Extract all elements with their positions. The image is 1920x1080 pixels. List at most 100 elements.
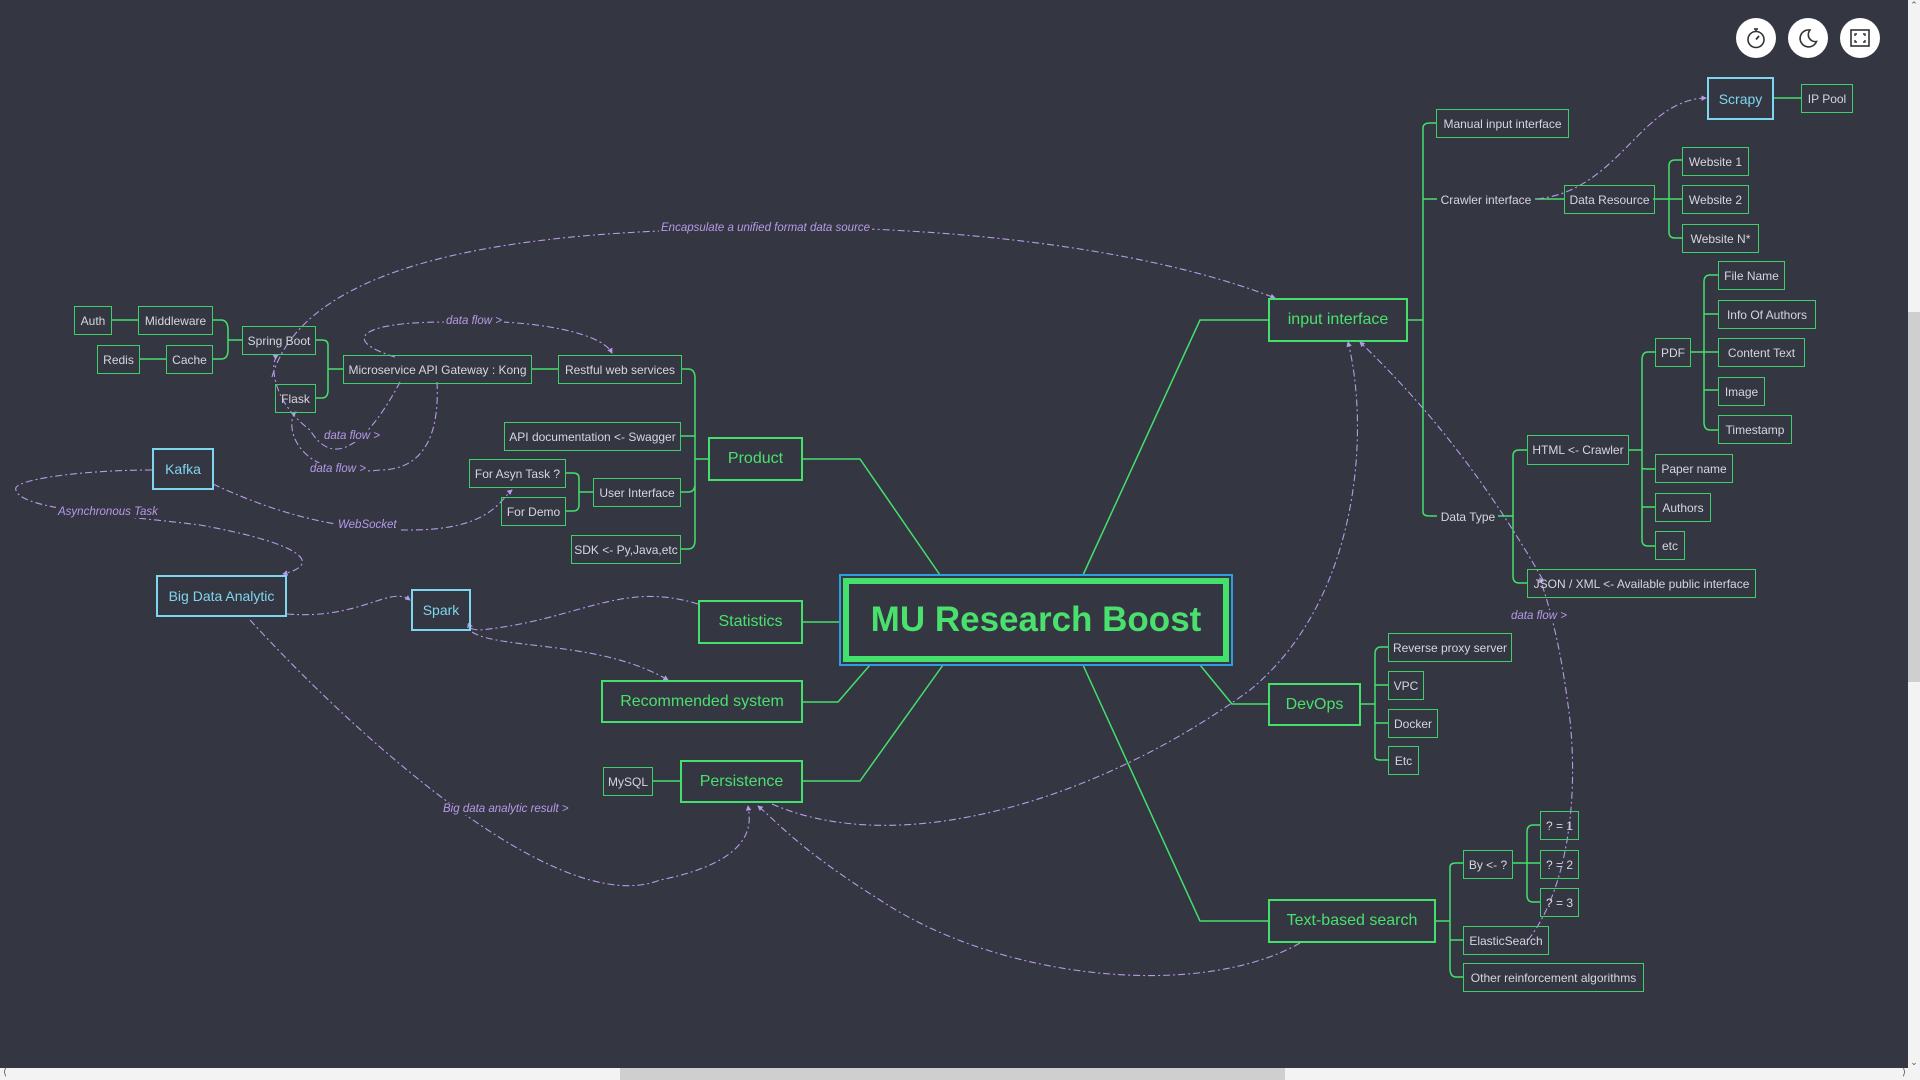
relation-label-data-flow-right: data flow >	[1509, 610, 1569, 622]
relation-spark-recommended	[471, 631, 669, 681]
node-cache[interactable]: Cache	[166, 345, 213, 374]
node-vpc[interactable]: VPC	[1388, 671, 1424, 700]
node-redis[interactable]: Redis	[97, 345, 140, 374]
node-q1[interactable]: ? = 1	[1540, 811, 1579, 840]
node-flask[interactable]: Flask	[275, 384, 316, 413]
relation-right-arc	[1527, 577, 1574, 941]
node-text-based-search[interactable]: Text-based search	[1268, 899, 1436, 943]
node-crawler-interface[interactable]: Crawler interface	[1436, 186, 1536, 213]
connector-pdf	[1691, 274, 1718, 431]
relation-text-persistence	[757, 805, 1301, 977]
node-timestamp[interactable]: Timestamp	[1718, 415, 1792, 444]
node-elasticsearch[interactable]: ElasticSearch	[1463, 926, 1549, 955]
relation-datatype-input	[1359, 341, 1544, 581]
connector-ii-trunk	[1408, 122, 1437, 517]
node-content-text[interactable]: Content Text	[1718, 338, 1805, 367]
horizontal-scroll-thumb[interactable]	[620, 1068, 1285, 1080]
vertical-scrollbar[interactable]: ⌃ ⌄	[1908, 0, 1920, 1068]
connector-persistence	[803, 664, 944, 782]
node-etc[interactable]: etc	[1655, 531, 1685, 560]
scroll-left-arrow[interactable]: ⟨	[3, 1067, 7, 1078]
node-q2[interactable]: ? = 2	[1540, 850, 1579, 879]
node-user-interface[interactable]: User Interface	[593, 478, 681, 507]
connector-devops-children	[1361, 646, 1388, 761]
scroll-right-arrow[interactable]: ⟩	[1902, 1067, 1906, 1078]
node-big-data-analytic[interactable]: Big Data Analytic	[156, 575, 287, 617]
node-product[interactable]: Product	[708, 437, 803, 481]
node-paper-name[interactable]: Paper name	[1655, 454, 1733, 483]
node-html-crawler[interactable]: HTML <- Crawler	[1527, 435, 1629, 465]
connection-layer	[15, 95, 1802, 978]
connector-spring-children	[213, 319, 242, 360]
node-devops-etc[interactable]: Etc	[1388, 746, 1419, 775]
relation-label-async-task: Asynchronous Task	[56, 506, 160, 518]
relation-stats-spark	[467, 595, 699, 631]
node-for-demo[interactable]: For Demo	[501, 497, 566, 526]
horizontal-scrollbar[interactable]: ⟨ ⟩	[0, 1067, 1920, 1080]
node-middleware[interactable]: Middleware	[138, 306, 213, 335]
connector-product	[803, 458, 941, 576]
node-image[interactable]: Image	[1718, 377, 1765, 406]
node-data-resource[interactable]: Data Resource	[1564, 185, 1655, 214]
node-api-documentation[interactable]: API documentation <- Swagger	[504, 422, 681, 451]
node-auth[interactable]: Auth	[74, 306, 112, 335]
dark-mode-button[interactable]	[1788, 18, 1828, 58]
relation-bigdata-persistence	[249, 619, 752, 887]
vertical-scroll-thumb[interactable]	[1908, 312, 1920, 682]
relation-label-data-flow-top: data flow >	[444, 315, 504, 327]
connector-html	[1629, 351, 1655, 547]
node-devops[interactable]: DevOps	[1268, 683, 1361, 726]
node-sdk[interactable]: SDK <- Py,Java,etc	[571, 535, 681, 564]
node-api-gateway[interactable]: Microservice API Gateway : Kong	[343, 355, 532, 384]
scroll-down-arrow[interactable]: ⌄	[1908, 1057, 1920, 1068]
node-spark[interactable]: Spark	[411, 589, 471, 631]
toolbar	[1736, 18, 1880, 58]
timer-button[interactable]	[1736, 18, 1776, 58]
stopwatch-icon	[1747, 28, 1765, 49]
node-reverse-proxy[interactable]: Reverse proxy server	[1388, 633, 1512, 662]
node-pdf[interactable]: PDF	[1655, 338, 1691, 367]
relation-label-data-flow-mid: data flow >	[322, 430, 382, 442]
branch-connectors	[112, 97, 1802, 978]
scroll-up-arrow[interactable]: ⌃	[1908, 0, 1920, 11]
node-mysql[interactable]: MySQL	[603, 767, 653, 796]
node-statistics[interactable]: Statistics	[698, 600, 803, 644]
node-persistence[interactable]: Persistence	[680, 760, 803, 803]
relation-label-encapsulate: Encapsulate a unified format data source	[659, 222, 873, 234]
connector-websites	[1653, 159, 1682, 239]
node-file-name[interactable]: File Name	[1718, 261, 1785, 290]
node-website-n[interactable]: Website N*	[1682, 224, 1759, 253]
node-kafka[interactable]: Kafka	[152, 448, 214, 490]
fullscreen-button[interactable]	[1840, 18, 1880, 58]
node-ip-pool[interactable]: IP Pool	[1801, 84, 1853, 113]
node-input-interface[interactable]: input interface	[1268, 298, 1408, 342]
node-website-1[interactable]: Website 1	[1682, 147, 1749, 176]
node-manual-input[interactable]: Manual input interface	[1436, 109, 1569, 138]
moon-icon	[1799, 29, 1818, 48]
node-authors[interactable]: Authors	[1655, 493, 1711, 522]
node-recommended-system[interactable]: Recommended system	[601, 680, 803, 723]
node-other-algorithms[interactable]: Other reinforcement algorithms	[1463, 963, 1644, 992]
node-by[interactable]: By <- ?	[1463, 850, 1513, 879]
node-info-of-authors[interactable]: Info Of Authors	[1718, 300, 1816, 329]
fullscreen-icon	[1850, 29, 1870, 47]
connector-recommended	[803, 664, 871, 703]
connector-product-trunk	[681, 368, 708, 550]
connector-spring-flask	[316, 339, 343, 399]
node-spring-boot[interactable]: Spring Boot	[242, 326, 316, 355]
node-for-asyn-task[interactable]: For Asyn Task ?	[469, 459, 566, 488]
connector-ui	[566, 472, 593, 512]
node-data-type[interactable]: Data Type	[1437, 503, 1499, 530]
relation-label-websocket: WebSocket	[336, 519, 399, 531]
node-restful-web-services[interactable]: Restful web services	[558, 355, 682, 384]
node-website-2[interactable]: Website 2	[1682, 185, 1749, 214]
mindmap-canvas[interactable]: Encapsulate a unified format data source…	[0, 0, 1908, 1068]
connector-input-interface	[1082, 319, 1268, 576]
node-scrapy[interactable]: Scrapy	[1707, 77, 1774, 120]
root-node[interactable]: MU Research Boost	[839, 574, 1233, 666]
node-q3[interactable]: ? = 3	[1540, 888, 1579, 917]
connector-by-children	[1513, 824, 1540, 903]
connector-text-children	[1436, 862, 1463, 978]
node-docker[interactable]: Docker	[1388, 709, 1438, 738]
node-json-xml[interactable]: JSON / XML <- Available public interface	[1527, 569, 1756, 598]
